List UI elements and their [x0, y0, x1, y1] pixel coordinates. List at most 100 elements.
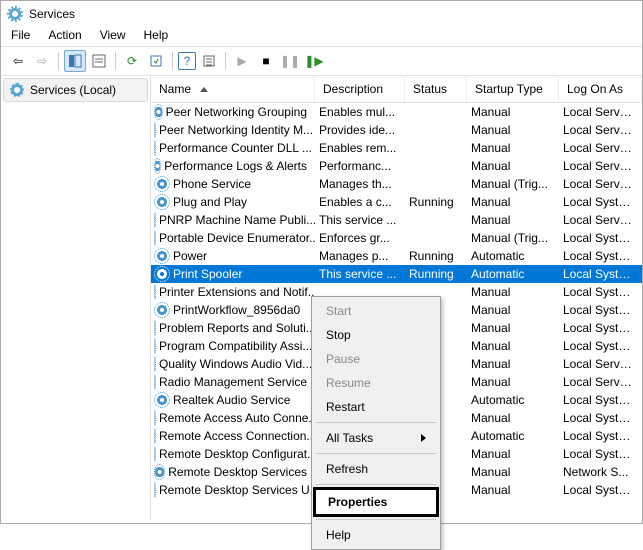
menu-help[interactable]: Help — [144, 28, 169, 42]
column-header-log-on-as[interactable]: Log On As — [559, 76, 642, 102]
service-status — [405, 183, 467, 185]
service-log-on-as: Local Service — [559, 104, 642, 120]
service-row[interactable]: Portable Device Enumerator...Enforces gr… — [151, 229, 642, 247]
service-description: Manages p... — [315, 248, 405, 264]
service-description: Manages th... — [315, 176, 405, 192]
tree-root-label: Services (Local) — [30, 83, 116, 97]
service-name: Problem Reports and Soluti... — [159, 321, 315, 335]
restart-service-button[interactable]: ❚▶ — [303, 50, 325, 72]
service-row[interactable]: Phone ServiceManages th...Manual (Trig..… — [151, 175, 642, 193]
toolbar-separator — [172, 52, 173, 70]
title-bar: Services — [1, 1, 642, 25]
column-header-label: Name — [159, 82, 191, 96]
service-startup-type: Manual — [467, 158, 559, 174]
service-icon — [155, 105, 162, 119]
service-log-on-as: Local Syste... — [559, 194, 642, 210]
service-status — [405, 111, 467, 113]
service-row[interactable]: Performance Logs & Alerts Performanc... Ma… — [151, 157, 642, 175]
context-menu-restart[interactable]: Restart — [314, 395, 438, 419]
service-row[interactable]: Peer Networking Identity M...Provides id… — [151, 121, 642, 139]
start-service-button[interactable]: ▶ — [231, 50, 253, 72]
service-name: PrintWorkflow_8956da0 — [173, 303, 300, 317]
service-log-on-as: Local Syste... — [559, 302, 642, 318]
context-menu-start[interactable]: Start — [314, 299, 438, 323]
context-menu-help[interactable]: Help — [314, 523, 438, 547]
service-row[interactable]: Peer Networking GroupingEnables mul...Ma… — [151, 103, 642, 121]
export-button[interactable] — [145, 50, 167, 72]
service-icon — [155, 393, 169, 407]
service-icon — [155, 303, 169, 317]
sort-ascending-icon — [200, 87, 208, 92]
service-status — [405, 129, 467, 131]
service-description: Performanc... — [315, 158, 405, 174]
service-status: Running — [405, 194, 467, 210]
menu-view[interactable]: View — [100, 28, 126, 42]
service-description: Enables rem... — [315, 140, 405, 156]
context-menu-label: All Tasks — [326, 431, 373, 445]
service-row[interactable]: Performance Counter DLL ...Enables rem..… — [151, 139, 642, 157]
context-menu-all-tasks[interactable]: All Tasks — [314, 426, 438, 450]
column-header-status[interactable]: Status — [405, 76, 467, 102]
service-startup-type: Manual — [467, 194, 559, 210]
context-menu-pause[interactable]: Pause — [314, 347, 438, 371]
service-name: Power — [173, 249, 207, 263]
service-description: Provides ide... — [315, 122, 405, 138]
column-header-row: Name Description Status Startup Type Log… — [151, 76, 642, 103]
service-startup-type: Automatic — [467, 266, 559, 282]
service-icon — [155, 195, 169, 209]
service-startup-type: Manual — [467, 320, 559, 336]
nav-forward-button[interactable]: ⇨ — [31, 50, 53, 72]
service-log-on-as: Local Syste... — [559, 248, 642, 264]
service-row[interactable]: Print SpoolerThis service ...RunningAuto… — [151, 265, 642, 283]
service-status — [405, 165, 467, 167]
service-row[interactable]: PNRP Machine Name Publi...This service .… — [151, 211, 642, 229]
menu-action[interactable]: Action — [48, 28, 81, 42]
service-status: Running — [405, 248, 467, 264]
context-menu-properties[interactable]: Properties — [313, 487, 439, 517]
tree-pane: Services (Local) — [1, 76, 151, 520]
properties-button[interactable] — [198, 50, 220, 72]
tree-root-services-local[interactable]: Services (Local) — [3, 78, 148, 102]
show-hide-tree-button[interactable] — [64, 50, 86, 72]
service-status: Running — [405, 266, 467, 282]
service-name: Phone Service — [173, 177, 251, 191]
context-menu-separator — [316, 519, 436, 520]
column-header-name[interactable]: Name — [151, 76, 315, 102]
service-log-on-as: Local Service — [559, 140, 642, 156]
stop-service-button[interactable]: ■ — [255, 50, 277, 72]
service-log-on-as: Local Syste... — [559, 446, 642, 462]
service-name: Program Compatibility Assi... — [159, 339, 312, 353]
service-name: Performance Counter DLL ... — [159, 141, 312, 155]
service-icon — [155, 249, 169, 263]
service-row[interactable]: Plug and PlayEnables a c...RunningManual… — [151, 193, 642, 211]
service-startup-type: Manual — [467, 464, 559, 480]
service-log-on-as: Local Syste... — [559, 338, 642, 354]
service-log-on-as: Local Syste... — [559, 320, 642, 336]
service-startup-type: Manual — [467, 356, 559, 372]
help-button[interactable]: ? — [178, 52, 196, 70]
service-status — [405, 219, 467, 221]
service-name: Peer Networking Identity M... — [159, 123, 313, 137]
menu-file[interactable]: File — [11, 28, 30, 42]
service-name: Performance Logs & Alerts — [164, 159, 307, 173]
nav-back-button[interactable]: ⇦ — [7, 50, 29, 72]
service-log-on-as: Local Syste... — [559, 284, 642, 300]
context-menu-separator — [316, 484, 436, 485]
column-header-startup-type[interactable]: Startup Type — [467, 76, 559, 102]
context-menu-stop[interactable]: Stop — [314, 323, 438, 347]
menu-bar: File Action View Help — [1, 25, 642, 46]
refresh-button[interactable]: ⟳ — [121, 50, 143, 72]
service-icon — [155, 267, 169, 281]
service-name: Plug and Play — [173, 195, 247, 209]
service-status — [405, 291, 467, 293]
pause-service-button[interactable]: ❚❚ — [279, 50, 301, 72]
service-row[interactable]: PowerManages p...RunningAutomaticLocal S… — [151, 247, 642, 265]
context-menu-resume[interactable]: Resume — [314, 371, 438, 395]
service-log-on-as: Local Service — [559, 356, 642, 372]
chevron-right-icon — [421, 434, 426, 442]
service-name: Remote Desktop Services — [168, 465, 307, 479]
export-list-button[interactable] — [88, 50, 110, 72]
service-name: Portable Device Enumerator... — [159, 231, 315, 245]
column-header-description[interactable]: Description — [315, 76, 405, 102]
context-menu-refresh[interactable]: Refresh — [314, 457, 438, 481]
